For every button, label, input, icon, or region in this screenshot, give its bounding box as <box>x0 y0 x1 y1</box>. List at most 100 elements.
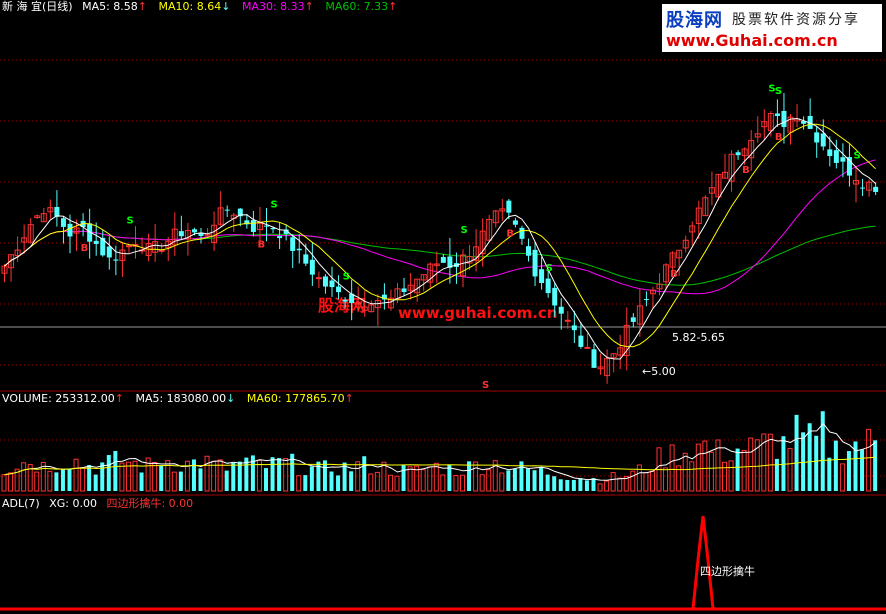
candle-body <box>309 259 315 275</box>
sell-marker: S <box>482 380 489 391</box>
candle-body <box>93 240 99 244</box>
candle-body <box>113 259 119 261</box>
candle-body <box>820 133 826 147</box>
buy-marker: B <box>670 269 678 280</box>
candle-body <box>329 280 335 288</box>
candle-body <box>106 246 112 258</box>
candle-body <box>440 257 446 263</box>
volume-bar <box>873 440 878 491</box>
volume-bar <box>669 444 675 492</box>
volume-bar <box>801 432 806 491</box>
volume-bar <box>349 471 354 491</box>
signal-markers: SSSSSS SSB BBBBBS <box>81 84 861 391</box>
volume-bar <box>839 463 845 492</box>
sell-marker: S <box>271 199 278 210</box>
volume-bar <box>264 468 268 491</box>
volume-bar <box>322 460 327 491</box>
volume-bar <box>381 461 387 492</box>
volume-bar <box>119 462 125 492</box>
candle-body <box>526 246 531 256</box>
candle-body <box>545 278 551 294</box>
candle-body <box>539 269 545 284</box>
volume-bar <box>741 449 747 492</box>
volume-bar <box>748 437 754 492</box>
volume-bar <box>604 480 610 492</box>
volume-bar <box>303 475 308 491</box>
volume-ma60-line <box>4 456 876 476</box>
candle-body <box>840 157 846 162</box>
sell-marker: S <box>775 86 782 97</box>
candle-body <box>519 227 525 239</box>
volume-bar <box>368 473 374 492</box>
candle-body <box>630 317 636 322</box>
volume-bar <box>329 471 334 491</box>
candle-body <box>296 248 302 251</box>
volume-bar <box>171 471 177 492</box>
volume-bar <box>486 469 492 492</box>
volume-bar <box>722 461 727 492</box>
volume-bar <box>545 474 550 491</box>
buy-marker: B <box>257 239 265 250</box>
volume-bar <box>283 458 289 492</box>
volume-bar <box>532 470 537 491</box>
volume-bar <box>47 470 53 492</box>
volume-bar <box>8 472 14 492</box>
indicator-panel <box>0 515 886 611</box>
volume-bar <box>702 440 708 492</box>
sell-marker: S <box>343 272 350 283</box>
grid-lines <box>0 59 886 496</box>
candle-body <box>67 223 73 237</box>
candle-body <box>224 209 230 211</box>
volume-bar <box>649 470 655 492</box>
volume-bar <box>387 474 393 492</box>
volume-bar <box>682 452 688 492</box>
candle-body <box>814 132 820 143</box>
volume-bar <box>191 459 196 491</box>
volume-bar <box>224 470 229 491</box>
low-price-annotation: ←5.00 <box>642 365 676 378</box>
volume-bar <box>67 469 72 491</box>
volume-bar <box>159 465 164 491</box>
volume-bar <box>663 467 669 492</box>
volume-ma-lines <box>4 422 876 481</box>
range-annotation: 5.82-5.65 <box>672 331 725 344</box>
candle-body <box>277 236 283 239</box>
volume-bar <box>87 465 92 491</box>
candle-body <box>833 150 839 163</box>
volume-bar <box>591 478 596 491</box>
signal-peak <box>691 515 715 610</box>
candle-body <box>584 346 591 349</box>
volume-bar <box>814 435 819 491</box>
volume-bar <box>309 466 314 491</box>
stock-chart: SSSSSS SSB BBBBBS ←5.00 5.82-5.65 四边形擒牛 <box>0 59 886 611</box>
volume-bar <box>866 428 872 492</box>
buy-marker: B <box>506 229 514 240</box>
volume-bar <box>433 462 439 492</box>
candle-body <box>735 152 741 156</box>
volume-bar <box>21 462 27 492</box>
volume-bar <box>571 479 576 491</box>
volume-bar <box>231 462 236 491</box>
volume-bar <box>453 474 459 492</box>
volume-bar <box>336 475 341 491</box>
volume-bar <box>270 457 275 491</box>
volume-bar <box>407 466 413 492</box>
candle-body <box>342 299 348 302</box>
volume-bar <box>447 465 452 491</box>
volume-bar <box>106 455 111 491</box>
volume-bar <box>610 472 616 492</box>
candle-body <box>558 306 564 314</box>
candle-body <box>532 249 538 277</box>
sell-marker: S <box>854 150 861 161</box>
volume-bar <box>597 483 603 492</box>
volume-bar <box>93 474 98 491</box>
candle-body <box>322 276 328 287</box>
volume-bar <box>689 461 695 492</box>
sell-marker: S <box>126 216 133 227</box>
volume-bar <box>827 457 832 491</box>
volume-bar <box>34 471 40 492</box>
volume-bar <box>296 475 302 492</box>
volume-bar <box>152 461 158 492</box>
volume-bar <box>54 472 59 491</box>
buy-marker: B <box>775 132 783 143</box>
